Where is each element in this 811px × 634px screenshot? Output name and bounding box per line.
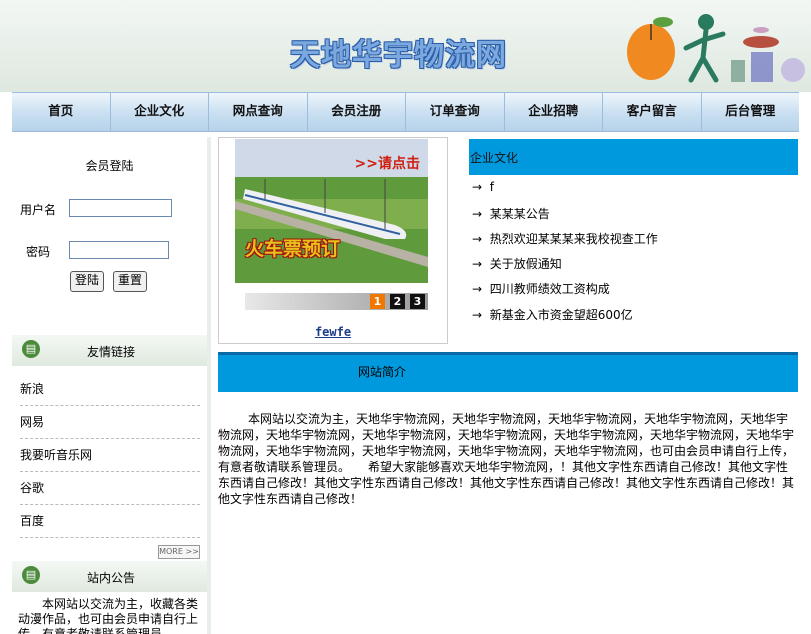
friend-link-163[interactable]: 网易: [20, 406, 200, 439]
nav-guestbook[interactable]: 客户留言: [603, 93, 702, 131]
login-button[interactable]: 登陆: [70, 271, 105, 292]
news-item[interactable]: → 热烈欢迎某某某来我校视查工作: [472, 230, 658, 247]
username-input[interactable]: [69, 199, 172, 217]
arrow-icon: →: [472, 257, 483, 271]
click-here-label: >>请点击: [354, 156, 420, 172]
arrow-icon: →: [472, 207, 483, 221]
reset-button[interactable]: 重置: [113, 271, 148, 292]
nav-recruitment[interactable]: 企业招聘: [505, 93, 603, 131]
nav-culture[interactable]: 企业文化: [111, 93, 209, 131]
left-sidebar: 会员登陆 用户名 密码 登陆 重置 ▤ 友情链接 新浪 网易 我要听音乐网 谷歌…: [12, 137, 211, 634]
header-banner: 天地华宇物流网: [0, 0, 811, 92]
friend-link-baidu[interactable]: 百度: [20, 505, 200, 538]
fruit-decoration-icon: [627, 14, 805, 83]
link-section-icon: ▤: [22, 340, 40, 358]
news-item[interactable]: → 四川教师绩效工资构成: [472, 280, 610, 297]
slide-pager: 1 2 3: [245, 293, 428, 310]
notice-title: 站内公告: [87, 571, 136, 585]
username-label: 用户名: [20, 203, 57, 217]
slide-page-3[interactable]: 3: [410, 294, 425, 309]
arrow-icon: →: [472, 232, 483, 246]
train-ticket-banner[interactable]: >>请点击 火车票预订: [235, 139, 428, 283]
nav-home[interactable]: 首页: [12, 93, 111, 131]
links-section-header: ▤ 友情链接: [12, 335, 207, 366]
news-item[interactable]: → 关于放假通知: [472, 255, 562, 272]
nav-order-search[interactable]: 订单查询: [406, 93, 505, 131]
nav-admin[interactable]: 后台管理: [702, 93, 800, 131]
news-item[interactable]: → 某某某公告: [472, 205, 550, 222]
site-title: 天地华宇物流网: [290, 38, 507, 73]
arrow-icon: →: [472, 282, 483, 296]
notice-text: 本网站以交流为主，收藏各类动漫作品，也可由会员申请自行上传，有意者敬请联系管理员: [18, 597, 199, 634]
friend-link-google[interactable]: 谷歌: [20, 472, 200, 505]
arrow-icon: →: [472, 180, 483, 194]
slide-page-1[interactable]: 1: [370, 294, 385, 309]
friend-link-sina[interactable]: 新浪: [20, 373, 200, 406]
news-item[interactable]: → 新基金入市资金望超600亿: [472, 306, 633, 323]
login-title: 会员登陆: [85, 159, 134, 173]
slide-page-2[interactable]: 2: [390, 294, 405, 309]
intro-header-bar: [218, 352, 798, 392]
friend-link-music[interactable]: 我要听音乐网: [20, 439, 200, 472]
intro-text: 本网站以交流为主，天地华宇物流网，天地华宇物流网，天地华宇物流网，天地华宇物流网…: [218, 412, 795, 506]
intro-title: 网站简介: [358, 365, 407, 379]
more-links-button[interactable]: MORE >>: [158, 545, 200, 559]
slideshow: >>请点击 火车票预订 1 2 3 fewfe: [218, 137, 448, 344]
ticket-booking-label: 火车票预订: [245, 238, 341, 260]
password-label: 密码: [26, 245, 51, 259]
news-item[interactable]: → f: [472, 180, 494, 194]
password-input[interactable]: [69, 241, 169, 259]
nav-register[interactable]: 会员注册: [308, 93, 406, 131]
news-header-bar: [469, 139, 798, 175]
news-title: 企业文化: [470, 151, 519, 165]
links-title: 友情链接: [87, 345, 136, 359]
notice-section-header: ▤ 站内公告: [12, 561, 207, 592]
arrow-icon: →: [472, 308, 483, 322]
main-nav: 首页 企业文化 网点查询 会员注册 订单查询 企业招聘 客户留言 后台管理: [12, 92, 799, 132]
slide-caption-link[interactable]: fewfe: [219, 325, 447, 339]
notice-section-icon: ▤: [22, 566, 40, 584]
nav-outlet-search[interactable]: 网点查询: [209, 93, 308, 131]
